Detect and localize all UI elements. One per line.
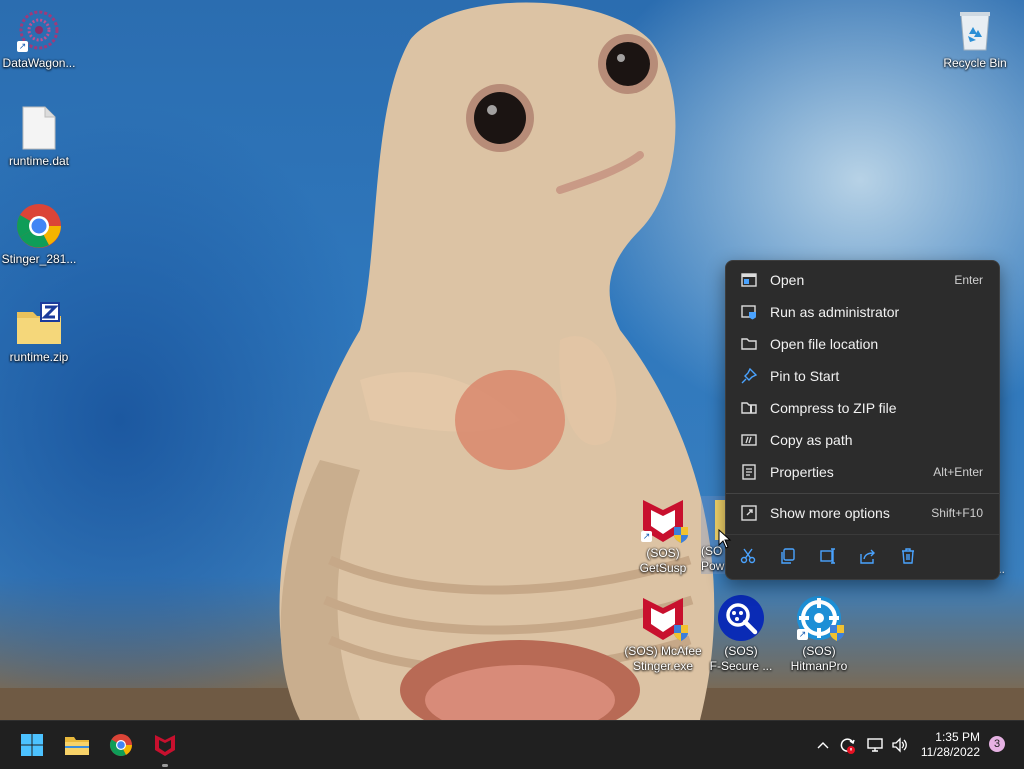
mouse-cursor-icon <box>718 529 732 549</box>
datawagon-icon: ↗ <box>15 6 63 54</box>
icon-label-line2: GetSusp <box>639 561 687 575</box>
notification-badge[interactable]: 3 <box>989 736 1005 752</box>
desktop-icon-recycle-bin[interactable]: Recycle Bin <box>936 6 1014 71</box>
icon-label-line1: (SOS) <box>802 644 836 658</box>
icon-label-line1: (SOS) McAfee <box>624 644 702 658</box>
menu-item-open[interactable]: Open Enter <box>730 265 995 295</box>
uac-shield-icon <box>674 625 688 641</box>
shortcut-arrow-icon: ↗ <box>797 629 808 640</box>
folder-icon <box>740 335 758 353</box>
menu-separator <box>726 534 999 535</box>
properties-icon <box>740 463 758 481</box>
icon-label-line2: Stinger.exe <box>632 659 694 673</box>
cut-icon[interactable] <box>737 545 759 567</box>
mcafee-icon <box>639 594 688 642</box>
icon-label: Stinger_281... <box>1 252 77 266</box>
icon-label: DataWagon... <box>2 56 76 70</box>
desktop-wallpaper: ↗ DataWagon... runtime.dat Stinger_281..… <box>0 0 1024 720</box>
f-secure-icon <box>717 594 765 642</box>
file-explorer-icon[interactable] <box>61 729 93 761</box>
volume-icon[interactable] <box>890 735 910 755</box>
shortcut-arrow-icon: ↗ <box>641 531 652 542</box>
desktop-icon-sos-f-secure[interactable]: (SOS) F-Secure ... <box>702 594 780 674</box>
context-menu: Open Enter Run as administrator Open fil… <box>725 260 1000 580</box>
uac-shield-icon <box>830 625 844 641</box>
run-as-admin-icon <box>740 303 758 321</box>
file-icon <box>15 104 63 152</box>
menu-item-run-as-administrator[interactable]: Run as administrator <box>730 297 995 327</box>
icon-label: Recycle Bin <box>943 56 1007 70</box>
recycle-bin-icon <box>951 6 999 54</box>
rename-icon[interactable] <box>817 545 839 567</box>
icon-label-line1: (SOS) <box>724 644 758 658</box>
taskbar: 1:35 PM 11/28/2022 <box>0 720 1024 769</box>
menu-item-properties[interactable]: Properties Alt+Enter <box>730 457 995 487</box>
desktop-icon-stinger[interactable]: Stinger_281... <box>0 202 78 267</box>
icon-label-line2: Pow <box>701 559 725 573</box>
zip-icon <box>740 399 758 417</box>
system-clock[interactable]: 1:35 PM 11/28/2022 <box>921 730 980 760</box>
icon-label: runtime.zip <box>9 350 69 364</box>
desktop-icon-sos-getsusp[interactable]: ↗ (SOS) GetSusp <box>624 496 702 576</box>
icon-label-line2: HitmanPro <box>790 659 848 673</box>
copy-path-icon <box>740 431 758 449</box>
mcafee-icon[interactable] <box>149 729 181 761</box>
hitmanpro-icon: ↗ <box>795 594 844 642</box>
desktop-icon-runtime-dat[interactable]: runtime.dat <box>0 104 78 169</box>
zip-folder-icon <box>15 300 63 348</box>
icon-label-line1: (SOS) <box>646 546 680 560</box>
more-options-icon <box>740 504 758 522</box>
icon-label: runtime.dat <box>8 154 70 168</box>
menu-separator <box>726 493 999 494</box>
quick-actions-row <box>726 541 999 571</box>
open-icon <box>740 271 758 289</box>
desktop-icon-runtime-zip[interactable]: runtime.zip <box>0 300 78 365</box>
mcafee-icon: ↗ <box>639 496 688 544</box>
show-hidden-icons-chevron-up-icon[interactable] <box>813 735 833 755</box>
start-icon[interactable] <box>16 729 48 761</box>
uac-shield-icon <box>674 527 688 543</box>
network-icon[interactable] <box>865 735 885 755</box>
share-icon[interactable] <box>857 545 879 567</box>
shortcut-arrow-icon: ↗ <box>17 41 28 52</box>
desktop-icon-datawagon[interactable]: ↗ DataWagon... <box>0 6 78 71</box>
chrome-icon <box>15 202 63 250</box>
menu-item-show-more-options[interactable]: Show more options Shift+F10 <box>730 498 995 528</box>
chrome-icon[interactable] <box>105 729 137 761</box>
desktop-icon-sos-hitmanpro[interactable]: ↗ (SOS) HitmanPro <box>780 594 858 674</box>
menu-item-copy-as-path[interactable]: Copy as path <box>730 425 995 455</box>
sync-alert-icon[interactable] <box>837 735 857 755</box>
pin-icon <box>740 367 758 385</box>
menu-item-open-file-location[interactable]: Open file location <box>730 329 995 359</box>
copy-icon[interactable] <box>777 545 799 567</box>
menu-item-compress-to-zip[interactable]: Compress to ZIP file <box>730 393 995 423</box>
clock-time: 1:35 PM <box>935 730 980 744</box>
running-indicator <box>162 764 168 767</box>
desktop-icon-sos-mcafee-stinger[interactable]: (SOS) McAfee Stinger.exe <box>624 594 702 674</box>
clock-date: 11/28/2022 <box>920 745 980 759</box>
icon-label-line2: F-Secure ... <box>709 659 773 673</box>
menu-item-pin-to-start[interactable]: Pin to Start <box>730 361 995 391</box>
delete-icon[interactable] <box>897 545 919 567</box>
